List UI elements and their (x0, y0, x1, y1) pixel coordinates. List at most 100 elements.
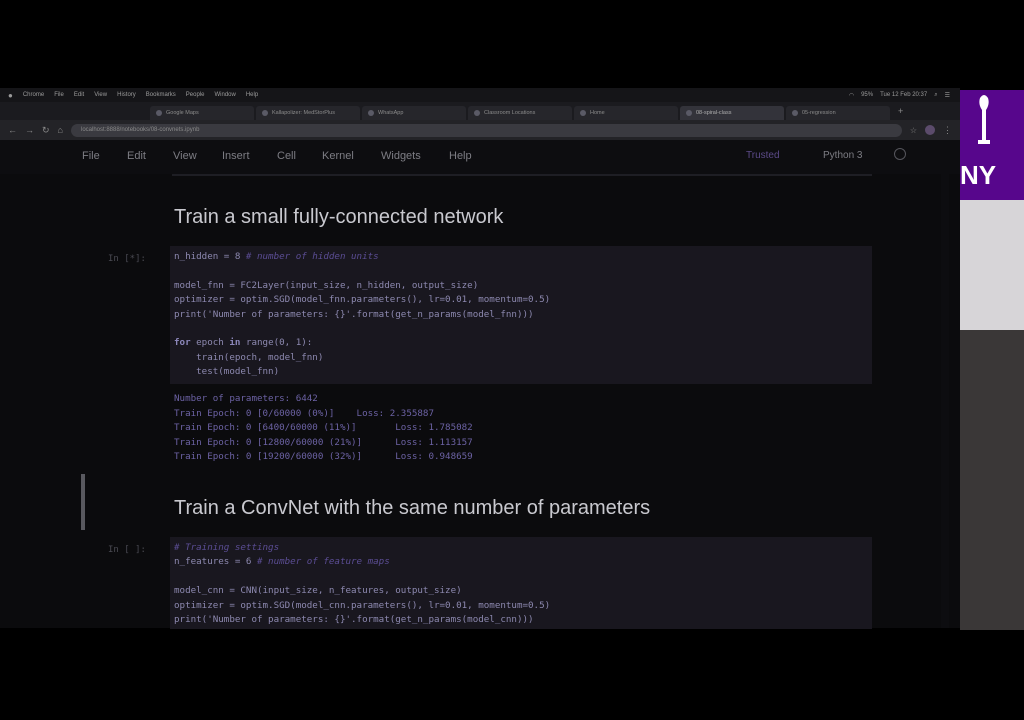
menubar-item[interactable]: Window (214, 92, 235, 98)
lecturer-background (960, 200, 1024, 330)
code-line[interactable]: test(model_fnn) (174, 366, 279, 377)
tab-label: Classroom Locations (484, 110, 536, 116)
more-menu-icon[interactable]: ⋮ (943, 125, 952, 136)
home-icon[interactable]: ⌂ (58, 125, 63, 135)
torch-icon (978, 95, 990, 144)
browser-tab[interactable]: Google Maps (150, 106, 254, 120)
browser-tab-bar: Google Maps Kallapolizer: MedStorPlus Wh… (0, 102, 960, 120)
jupyter-menu-edit[interactable]: Edit (127, 150, 146, 162)
tab-label: Home (590, 110, 605, 116)
logo-text: NY (960, 160, 997, 190)
output-line: Train Epoch: 0 [6400/60000 (11%)] Loss: … (174, 422, 473, 434)
cell-separator (172, 174, 872, 176)
back-icon[interactable]: ← (8, 125, 17, 135)
menubar-item[interactable]: History (117, 92, 136, 98)
jupyter-menu-insert[interactable]: Insert (222, 150, 250, 162)
kernel-name[interactable]: Python 3 (823, 150, 862, 161)
menu-list-icon[interactable]: ☰ (945, 92, 950, 99)
markdown-heading: Train a ConvNet with the same number of … (174, 497, 651, 519)
jupyter-menu-help[interactable]: Help (449, 150, 472, 162)
cell-prompt: In [*]: (108, 254, 146, 264)
kernel-status-icon (894, 148, 906, 160)
jupyter-menu-view[interactable]: View (173, 150, 197, 162)
browser-tab[interactable]: Kallapolizer: MedStorPlus (256, 106, 360, 120)
tab-label: Kallapolizer: MedStorPlus (272, 110, 335, 116)
code-line[interactable]: print('Number of parameters: {}'.format(… (174, 309, 534, 320)
reload-icon[interactable]: ↻ (42, 125, 50, 136)
code-text: print('Number of parameters: {}'.format(… (174, 614, 534, 625)
menubar-item[interactable]: People (186, 92, 205, 98)
code-text: n_features = 6 (174, 556, 257, 568)
browser-tab[interactable]: WhatsApp (362, 106, 466, 120)
menubar-app[interactable]: Chrome (23, 92, 44, 98)
trusted-indicator[interactable]: Trusted (746, 150, 780, 161)
code-text: optimizer = optim.SGD(model_cnn.paramete… (174, 599, 551, 611)
search-icon[interactable]: ⌕ (934, 92, 937, 99)
code-line[interactable]: for epoch in range(0, 1): (174, 337, 312, 348)
jupyter-menu-widgets[interactable]: Widgets (381, 150, 421, 162)
code-text: n_hidden = 8 (174, 251, 246, 262)
code-text: test(model_fnn) (174, 366, 280, 378)
code-text: model_cnn = CNN(input_size, n_features, … (174, 585, 462, 597)
wifi-icon[interactable]: ◠ (849, 92, 854, 99)
code-line[interactable]: n_hidden = 8 # number of hidden units (174, 251, 379, 262)
tab-label: WhatsApp (378, 110, 404, 116)
menubar-item[interactable]: File (54, 92, 64, 98)
favicon-icon (792, 110, 798, 116)
jupyter-menu-kernel[interactable]: Kernel (322, 150, 354, 162)
code-line[interactable]: model_fnn = FC2Layer(input_size, n_hidde… (174, 280, 478, 291)
apple-icon[interactable]: ● (8, 91, 13, 100)
scrollbar[interactable] (941, 174, 949, 628)
bookmark-star-icon[interactable]: ☆ (910, 126, 917, 135)
new-tab-icon[interactable]: + (898, 106, 903, 116)
code-text: train(epoch, model_fnn) (174, 351, 324, 363)
code-line[interactable]: print('Number of parameters: {}'.format(… (174, 614, 534, 625)
selected-cell-marker (81, 474, 85, 530)
favicon-icon (262, 110, 268, 116)
browser-tab-active[interactable]: 08-spiral-class (680, 106, 784, 120)
code-line[interactable]: optimizer = optim.SGD(model_cnn.paramete… (174, 600, 550, 611)
menubar-item[interactable]: View (94, 92, 107, 98)
code-text: optimizer = optim.SGD(model_fnn.paramete… (174, 294, 551, 306)
forward-icon[interactable]: → (25, 125, 34, 135)
tab-label: 05-regression (802, 110, 836, 116)
jupyter-menubar: File Edit View Insert Cell Kernel Widget… (0, 140, 960, 174)
menubar-item[interactable]: Help (246, 92, 258, 98)
browser-tab[interactable]: 05-regression (786, 106, 890, 120)
menubar-item[interactable]: Bookmarks (146, 92, 176, 98)
macos-menubar: ● Chrome File Edit View History Bookmark… (0, 88, 960, 102)
code-text: range(0, 1): (240, 337, 313, 349)
favicon-icon (368, 110, 374, 116)
browser-tab[interactable]: Home (574, 106, 678, 120)
code-line[interactable]: train(epoch, model_fnn) (174, 352, 323, 363)
address-bar[interactable]: localhost:8888/notebooks/08-convnets.ipy… (70, 123, 902, 137)
code-keyword: in (229, 337, 241, 349)
tab-label: 08-spiral-class (696, 110, 732, 116)
output-line: Train Epoch: 0 [12800/60000 (21%)] Loss:… (174, 436, 473, 448)
favicon-icon (156, 110, 162, 116)
output-line: Train Epoch: 0 [19200/60000 (32%)] Loss:… (174, 451, 473, 463)
code-line[interactable]: # Training settings (174, 542, 279, 553)
nyu-logo: NY (960, 90, 1024, 200)
clock[interactable]: Tue 12 Feb 20:37 (880, 92, 927, 99)
jupyter-menu-file[interactable]: File (82, 150, 100, 162)
battery-percent[interactable]: 95% (861, 92, 873, 99)
code-comment: # number of hidden units (245, 251, 379, 262)
side-video-panel: NY (960, 90, 1024, 630)
markdown-heading: Train a small fully-connected network (174, 206, 504, 228)
tab-label: Google Maps (166, 110, 199, 116)
avatar[interactable] (925, 125, 935, 135)
code-line[interactable]: optimizer = optim.SGD(model_fnn.paramete… (174, 294, 550, 305)
menubar-item[interactable]: Edit (74, 92, 84, 98)
code-comment: # Training settings (174, 542, 280, 553)
browser-tab[interactable]: Classroom Locations (468, 106, 572, 120)
jupyter-menu-cell[interactable]: Cell (277, 150, 296, 162)
output-line: Number of parameters: 6442 (174, 393, 318, 404)
code-keyword: for (174, 337, 191, 349)
code-line[interactable]: model_cnn = CNN(input_size, n_features, … (174, 585, 462, 596)
favicon-icon (580, 110, 586, 116)
code-line[interactable]: n_features = 6 # number of feature maps (174, 556, 390, 567)
code-text: print('Number of parameters: {}'.format(… (174, 308, 534, 320)
favicon-icon (686, 110, 692, 116)
browser-toolbar: ← → ↻ ⌂ localhost:8888/notebooks/08-conv… (0, 120, 960, 140)
